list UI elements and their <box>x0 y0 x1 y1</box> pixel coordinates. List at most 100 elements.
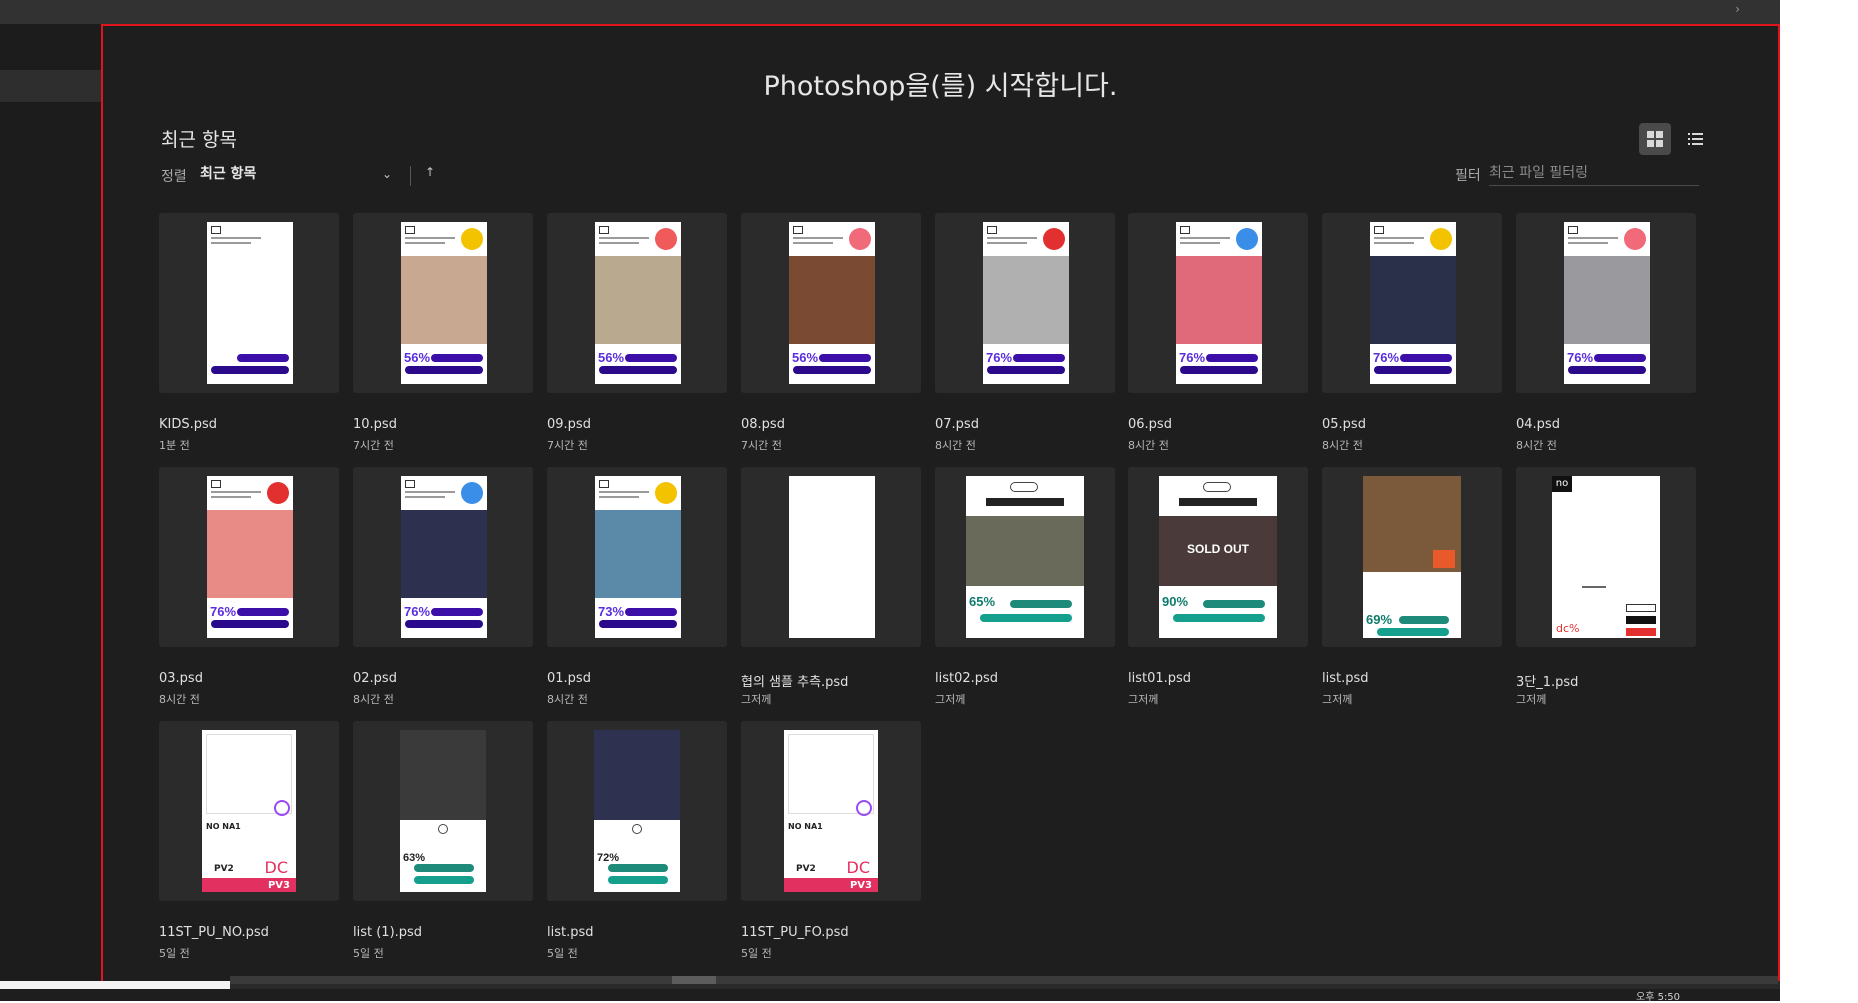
filter-input[interactable] <box>1489 160 1699 186</box>
list-view-button[interactable] <box>1679 123 1711 155</box>
section-title-recent: 최근 항목 <box>161 129 237 151</box>
file-thumbnail[interactable]: no dc% <box>1516 467 1696 647</box>
home-screen: Photoshop을(를) 시작합니다. 최근 항목 정렬 최근 항목 ⌄ ↑ … <box>101 24 1780 989</box>
file-name: 11ST_PU_NO.psd <box>159 925 269 940</box>
title-bar: › <box>0 0 1780 24</box>
thumbnail-preview: 63% <box>400 730 486 892</box>
sale-badge <box>1624 228 1646 250</box>
file-modified-time: 8시간 전 <box>1128 439 1169 452</box>
chevron-right-icon[interactable]: › <box>1735 2 1740 16</box>
sale-badge <box>1430 228 1452 250</box>
dc-label: DC <box>264 858 289 877</box>
file-name: 07.psd <box>935 417 979 432</box>
discount-percent: 76% <box>404 604 431 619</box>
thumbnail-preview: 76% <box>401 476 487 638</box>
discount-percent: 76% <box>1373 350 1400 365</box>
logo <box>1010 482 1038 492</box>
pv3-label: PV3 <box>267 880 290 891</box>
discount-percent: 69% <box>1366 612 1393 627</box>
discount-percent: 56% <box>792 350 819 365</box>
price-bar <box>1010 600 1072 608</box>
file-modified-time: 8시간 전 <box>1516 439 1557 452</box>
thumbnail-preview: NO NA1 PV2 DC PV3 <box>202 730 296 892</box>
sale-badge <box>1433 550 1455 568</box>
title-line <box>1179 498 1257 506</box>
page-title: Photoshop을(를) 시작합니다. <box>763 71 1118 102</box>
file-thumbnail[interactable]: 76% <box>935 213 1115 393</box>
price-box <box>1626 628 1656 636</box>
thumbnail-preview: no dc% <box>1552 476 1660 638</box>
file-thumbnail[interactable]: 65% <box>935 467 1115 647</box>
price-bar <box>608 864 668 872</box>
price-bar <box>625 354 677 362</box>
price-bar <box>1377 628 1449 636</box>
file-name: 3단_1.psd <box>1516 675 1579 690</box>
file-thumbnail[interactable]: 72% <box>547 721 727 901</box>
price-bar <box>237 608 289 616</box>
file-modified-time: 8시간 전 <box>353 693 394 706</box>
file-modified-time: 5일 전 <box>547 947 578 960</box>
discount-percent: 76% <box>986 350 1013 365</box>
file-thumbnail[interactable]: 73% <box>547 467 727 647</box>
discount-percent: 73% <box>598 604 625 619</box>
file-modified-time: 8시간 전 <box>1322 439 1363 452</box>
file-thumbnail[interactable]: 56% <box>741 213 921 393</box>
file-thumbnail[interactable]: 76% <box>1322 213 1502 393</box>
file-thumbnail[interactable]: 69% <box>1322 467 1502 647</box>
file-modified-time: 8시간 전 <box>935 439 976 452</box>
grid-view-button[interactable] <box>1639 123 1671 155</box>
sidebar-item-home[interactable] <box>0 70 101 102</box>
file-thumbnail[interactable] <box>159 213 339 393</box>
thumbnail-header <box>211 226 289 252</box>
file-thumbnail[interactable]: NO NA1 PV2 DC PV3 <box>741 721 921 901</box>
file-thumbnail[interactable]: 63% <box>353 721 533 901</box>
file-thumbnail[interactable]: NO NA1 PV2 DC PV3 <box>159 721 339 901</box>
file-thumbnail[interactable]: 76% <box>353 467 533 647</box>
logo <box>632 824 642 834</box>
sort-dropdown[interactable]: 최근 항목 ⌄ <box>200 162 400 186</box>
file-name: 05.psd <box>1322 417 1366 432</box>
file-modified-time: 8시간 전 <box>159 693 200 706</box>
file-thumbnail[interactable]: 56% <box>353 213 533 393</box>
price-bar <box>405 366 483 374</box>
pv3-label: PV3 <box>849 880 872 891</box>
price-bar <box>414 864 474 872</box>
product-photo <box>400 730 486 820</box>
pv-label: PV2 <box>796 864 816 874</box>
file-name: 06.psd <box>1128 417 1172 432</box>
thumbnail-preview: SOLD OUT 90% <box>1159 476 1277 638</box>
no-label: NO NA1 <box>788 822 823 831</box>
file-thumbnail[interactable]: 76% <box>1516 213 1696 393</box>
price-bar <box>237 354 289 362</box>
price-bar <box>608 876 668 884</box>
file-thumbnail[interactable]: 76% <box>159 467 339 647</box>
sort-direction-arrow-icon[interactable]: ↑ <box>425 165 435 179</box>
product-photo <box>966 516 1084 586</box>
file-thumbnail[interactable]: SOLD OUT 90% <box>1128 467 1308 647</box>
file-name: list.psd <box>1322 671 1369 686</box>
file-modified-time: 그저께 <box>935 693 966 706</box>
file-thumbnail[interactable] <box>741 467 921 647</box>
discount-percent: 76% <box>1179 350 1206 365</box>
pv-label: PV2 <box>214 864 234 874</box>
file-modified-time: 1분 전 <box>159 439 190 452</box>
file-thumbnail[interactable]: 56% <box>547 213 727 393</box>
divider <box>410 166 411 186</box>
sale-badge <box>1236 228 1258 250</box>
price-bar <box>987 366 1065 374</box>
price-bar <box>819 354 871 362</box>
file-modified-time: 그저께 <box>741 693 772 706</box>
no-label: NO NA1 <box>206 822 241 831</box>
file-thumbnail[interactable]: 76% <box>1128 213 1308 393</box>
horizontal-scrollbar-thumb[interactable] <box>672 976 716 984</box>
product-photo <box>789 256 875 344</box>
file-modified-time: 그저께 <box>1128 693 1159 706</box>
price-bar <box>1180 366 1258 374</box>
thumbnail-preview: 56% <box>595 222 681 384</box>
left-sidebar <box>0 24 101 989</box>
product-photo <box>983 256 1069 344</box>
discount-percent: 63% <box>403 852 426 864</box>
thumbnail-preview: 65% <box>966 476 1084 638</box>
horizontal-scrollbar[interactable] <box>230 976 1778 984</box>
sale-badge <box>461 482 483 504</box>
